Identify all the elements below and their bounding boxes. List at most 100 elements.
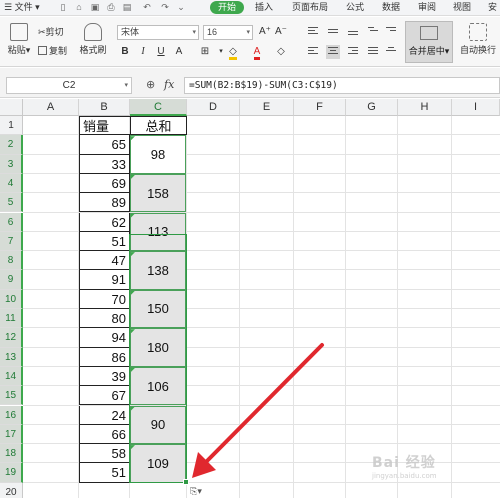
cell-b5[interactable]: 89 xyxy=(79,193,130,213)
paste-options-icon[interactable]: ⎘▾ xyxy=(186,485,206,498)
row-header-19[interactable]: 19 xyxy=(0,463,23,483)
formula-input[interactable]: =SUM(B2:B$19)-SUM(C3:C$19) xyxy=(184,77,500,94)
clear-format-icon[interactable]: ◇ xyxy=(274,45,288,59)
row-header-4[interactable]: 4 xyxy=(0,173,23,194)
spreadsheet-grid[interactable]: ABCDEFGHI 1 2 3 4 5 6 7 8 9 10 11 12 13 14 15 16 17 18 19 2… xyxy=(0,99,500,498)
row-header-8[interactable]: 8 xyxy=(0,251,23,271)
column-header-d[interactable]: D xyxy=(187,99,240,116)
column-header-i[interactable]: I xyxy=(452,99,500,116)
row-header-5[interactable]: 5 xyxy=(0,193,23,213)
cell-c12-merged[interactable]: 180 xyxy=(130,328,186,367)
font-color-icon[interactable]: A xyxy=(250,45,264,60)
font-color-a-icon[interactable]: A xyxy=(172,45,186,59)
cut-button[interactable]: ✂剪切 xyxy=(38,25,64,39)
file-menu[interactable]: ☰ 文件 ▾ xyxy=(4,0,40,15)
cell-c2-merged[interactable]: 98 xyxy=(130,135,186,174)
cell-b10[interactable]: 70 xyxy=(79,289,130,309)
cell-b9[interactable]: 91 xyxy=(79,270,130,290)
new-doc-icon[interactable]: ▯ xyxy=(58,2,68,13)
column-header-b[interactable]: B xyxy=(79,99,130,116)
cell-b13[interactable]: 86 xyxy=(79,347,130,367)
row-header-10[interactable]: 10 xyxy=(0,289,23,309)
borders-icon[interactable]: ⊞ xyxy=(198,45,212,59)
row-header-1[interactable]: 1 xyxy=(0,116,23,136)
paste-button[interactable]: 粘贴▾ xyxy=(6,23,32,56)
cell-c10-merged[interactable]: 150 xyxy=(130,289,186,329)
column-header-e[interactable]: E xyxy=(240,99,294,116)
row-header-13[interactable]: 13 xyxy=(0,347,23,367)
cell-b12[interactable]: 94 xyxy=(79,328,130,348)
format-painter-button[interactable]: 格式刷 xyxy=(78,23,108,56)
row-header-16[interactable]: 16 xyxy=(0,405,23,425)
row-header-17[interactable]: 17 xyxy=(0,424,23,445)
cell-b3[interactable]: 33 xyxy=(79,154,130,174)
fill-color-icon[interactable]: ◇ xyxy=(226,45,240,60)
zoom-magnifier-icon[interactable]: ⊕ xyxy=(146,78,155,91)
align-middle-icon[interactable] xyxy=(326,25,340,39)
cell-b8[interactable]: 47 xyxy=(79,251,130,271)
cell-b19[interactable]: 51 xyxy=(79,463,130,483)
column-header-g[interactable]: G xyxy=(346,99,398,116)
cell-b17[interactable]: 66 xyxy=(79,424,130,445)
cell-b15[interactable]: 67 xyxy=(79,386,130,406)
bold-button[interactable]: B xyxy=(118,45,132,59)
cell-c8-merged[interactable]: 138 xyxy=(130,251,186,290)
cell-b7[interactable]: 51 xyxy=(79,231,130,252)
underline-button[interactable]: U xyxy=(154,45,168,59)
cell-b1-header[interactable]: 销量 xyxy=(79,116,131,135)
column-header-h[interactable]: H xyxy=(398,99,452,116)
cell-c6-merged[interactable]: 113 xyxy=(130,212,186,252)
row-header-18[interactable]: 18 xyxy=(0,444,23,464)
cell-b2[interactable]: 65 xyxy=(79,135,130,155)
cell-b18[interactable]: 58 xyxy=(79,444,130,464)
chevron-down-icon[interactable]: ⌄ xyxy=(176,2,186,13)
cell-b4[interactable]: 69 xyxy=(79,173,130,194)
align-center-icon[interactable] xyxy=(326,45,340,59)
redo-icon[interactable]: ↷ xyxy=(160,2,170,13)
undo-icon[interactable]: ↶ xyxy=(142,2,152,13)
column-header-c[interactable]: C xyxy=(130,99,187,116)
tab-security[interactable]: 安 xyxy=(488,0,497,15)
cell-c18-merged[interactable]: 109 xyxy=(130,444,186,483)
column-header-f[interactable]: F xyxy=(294,99,346,116)
cell-b6[interactable]: 62 xyxy=(79,212,130,232)
select-all-corner[interactable] xyxy=(0,99,23,116)
align-right-icon[interactable] xyxy=(346,45,360,59)
align-top-icon[interactable] xyxy=(306,25,320,39)
open-folder-icon[interactable]: ⌂ xyxy=(74,2,84,13)
print-icon[interactable]: ⎙ xyxy=(106,2,116,13)
fx-icon[interactable]: fx xyxy=(164,78,174,91)
indent-icon[interactable] xyxy=(384,25,398,39)
cell-c16-merged[interactable]: 90 xyxy=(130,405,186,445)
align-bottom-icon[interactable] xyxy=(346,25,360,39)
font-name-select[interactable]: 宋体 ▾ xyxy=(117,25,199,40)
copy-button[interactable]: 复制 xyxy=(38,44,67,58)
italic-button[interactable]: I xyxy=(136,45,150,59)
merge-center-button[interactable]: 合并居中▾ xyxy=(405,21,453,63)
cell-b14[interactable]: 39 xyxy=(79,366,130,387)
grow-font-button[interactable]: A⁺ xyxy=(258,25,272,39)
cell-b16[interactable]: 24 xyxy=(79,405,130,425)
row-header-6[interactable]: 6 xyxy=(0,212,23,232)
row-header-14[interactable]: 14 xyxy=(0,366,23,387)
wrap-text-button[interactable]: 自动换行 xyxy=(458,23,498,56)
tab-view[interactable]: 视图 xyxy=(453,0,471,15)
row-header-7[interactable]: 7 xyxy=(0,231,23,252)
tab-page-layout[interactable]: 页面布局 xyxy=(292,0,328,15)
print-preview-icon[interactable]: ▤ xyxy=(122,2,132,13)
row-header-2[interactable]: 2 xyxy=(0,135,23,155)
column-header-a[interactable]: A xyxy=(23,99,79,116)
justify-icon[interactable] xyxy=(366,45,380,59)
orientation-icon[interactable] xyxy=(366,25,380,39)
cell-c14-merged[interactable]: 106 xyxy=(130,366,186,406)
tab-insert[interactable]: 插入 xyxy=(255,0,273,15)
font-size-select[interactable]: 16 ▾ xyxy=(203,25,253,40)
cell-c1-header[interactable]: 总和 xyxy=(130,116,187,135)
tab-review[interactable]: 审阅 xyxy=(418,0,436,15)
row-header-15[interactable]: 15 xyxy=(0,386,23,406)
distribute-icon[interactable] xyxy=(384,45,398,59)
shrink-font-button[interactable]: A⁻ xyxy=(274,25,288,39)
save-icon[interactable]: ▣ xyxy=(90,2,100,13)
cell-b11[interactable]: 80 xyxy=(79,309,130,329)
tab-data[interactable]: 数据 xyxy=(382,0,400,15)
